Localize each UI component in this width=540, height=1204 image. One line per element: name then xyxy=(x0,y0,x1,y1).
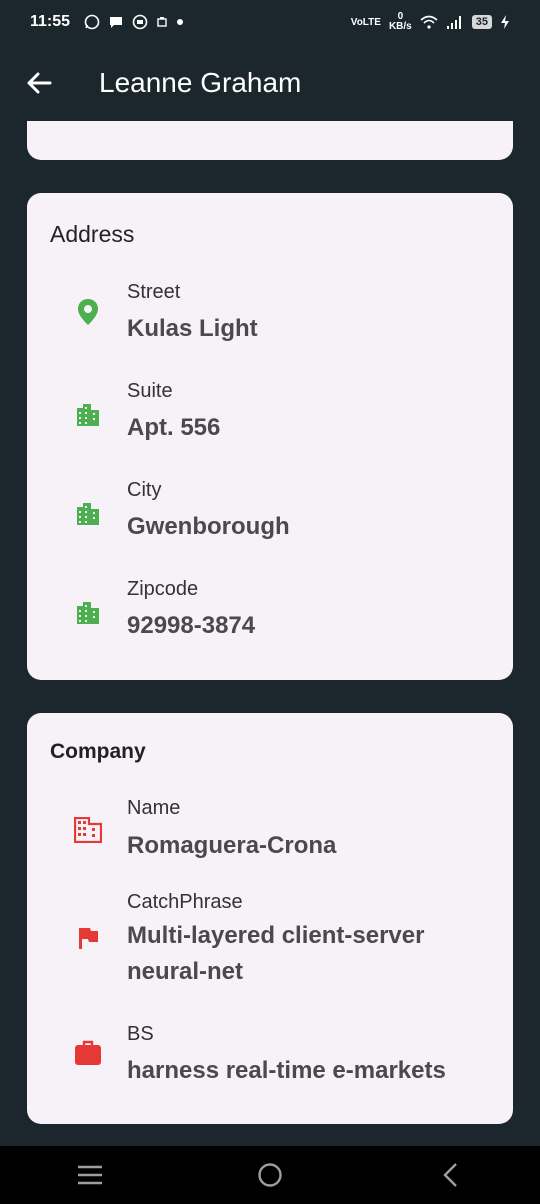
chat-icon xyxy=(132,14,148,30)
home-icon xyxy=(258,1163,282,1187)
signal-icon xyxy=(446,16,461,29)
recent-apps-button[interactable] xyxy=(60,1146,120,1204)
back-icon xyxy=(443,1163,457,1187)
catchphrase-label: CatchPhrase xyxy=(127,891,243,913)
briefcase-icon xyxy=(73,1038,103,1068)
city-value: Gwenborough xyxy=(127,513,290,540)
flag-icon xyxy=(73,923,103,953)
suite-label: Suite xyxy=(127,380,173,402)
app-bar: Leanne Graham xyxy=(0,44,540,121)
back-button[interactable] xyxy=(0,44,78,121)
home-button[interactable] xyxy=(240,1146,300,1204)
company-section-title: Company xyxy=(50,740,146,763)
company-name-label: Name xyxy=(127,797,181,819)
page-title: Leanne Graham xyxy=(99,66,302,98)
business-icon xyxy=(73,815,103,845)
charging-icon xyxy=(501,15,509,29)
network-speed: 0 KB/s xyxy=(389,12,412,32)
location-pin-icon xyxy=(73,297,103,327)
city-label: City xyxy=(127,479,162,501)
zipcode-value: 92998-3874 xyxy=(127,612,256,639)
dot-icon xyxy=(177,19,184,25)
building-icon xyxy=(73,497,103,527)
status-time: 11:55 xyxy=(30,13,71,30)
whatsapp-icon xyxy=(84,14,100,30)
zipcode-label: Zipcode xyxy=(127,578,199,600)
status-system-icons: VoLTE 0 KB/s 35 xyxy=(351,12,510,32)
street-value: Kulas Light xyxy=(127,315,258,342)
status-notification-icons xyxy=(84,14,184,30)
network-speed-unit: KB/s xyxy=(388,21,412,32)
notification-icon xyxy=(157,17,167,27)
status-bar: 11:55 VoLTE 0 KB/s 35 xyxy=(0,0,540,44)
building-icon xyxy=(73,596,103,626)
catchphrase-value: Multi-layered client-server neural-net xyxy=(127,922,425,985)
address-section-title: Address xyxy=(50,221,135,247)
street-label: Street xyxy=(127,281,181,303)
suite-value: Apt. 556 xyxy=(127,414,221,441)
system-back-button[interactable] xyxy=(420,1146,480,1204)
bs-value: harness real-time e-markets xyxy=(127,1057,446,1084)
menu-icon xyxy=(78,1165,102,1185)
arrow-back-icon xyxy=(27,72,52,93)
company-name-value: Romaguera-Crona xyxy=(127,832,337,859)
detail-content[interactable]: Address Street Kulas Light Suite Apt. 55… xyxy=(0,121,540,1146)
battery-level: 35 xyxy=(471,15,492,29)
address-card: Address Street Kulas Light Suite Apt. 55… xyxy=(27,193,513,680)
company-card: Company Name Romaguera-Crona CatchPhrase… xyxy=(27,713,513,1124)
messages-icon xyxy=(110,17,123,28)
building-icon xyxy=(73,398,103,428)
bs-label: BS xyxy=(127,1023,154,1045)
wifi-icon xyxy=(420,15,438,29)
volte-indicator: VoLTE xyxy=(350,16,381,28)
system-nav-bar xyxy=(0,1146,540,1204)
previous-card xyxy=(27,121,513,160)
